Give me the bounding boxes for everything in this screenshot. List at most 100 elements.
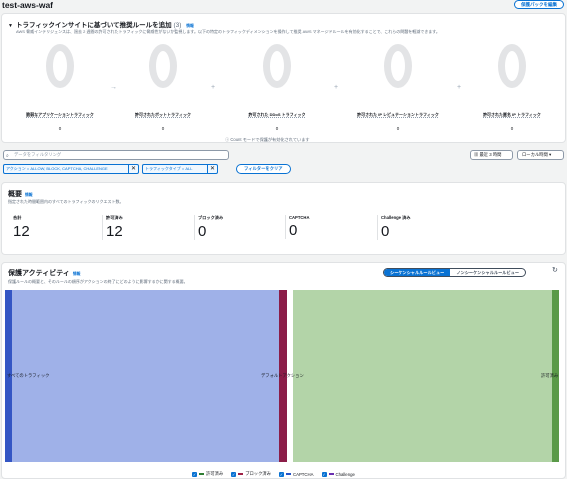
calendar-icon: ▦ [474, 152, 479, 157]
insights-info-link[interactable]: 情報 [186, 24, 194, 28]
view-toggle: シーケンシャルルールビュー ノンシーケンシャルルールビュー [383, 268, 527, 277]
sankey-diagram: すべてのトラフィック デフォルトアクション 許可済み [5, 290, 559, 462]
checkbox-checked-icon[interactable]: ✓ [278, 471, 284, 477]
insight-card-anonymous-ip: 許可された匿名 IP トラフィック 0 [462, 44, 562, 131]
metric-value: 12 [106, 223, 123, 240]
insight-value: 0 [275, 126, 279, 131]
filter-search-input[interactable]: ⌕ データをフィルタリング [3, 150, 229, 160]
insight-card-bot: 許可されたボットトラフィック 0 [113, 44, 213, 131]
flow-all-to-default [12, 290, 286, 462]
plus-icon: + [457, 84, 462, 91]
activity-info-link[interactable]: 情報 [73, 272, 81, 276]
filter-chip-action: アクション = ALLOW, BLOCK, CAPTCHA, CHALLENGE… [3, 164, 139, 174]
activity-title: 保護アクティビティ 情報 [8, 268, 80, 278]
clear-filters-button[interactable]: フィルターをクリア [236, 164, 291, 174]
non-sequential-view-button[interactable]: ノンシーケンシャルルールビュー [450, 269, 525, 276]
metric-label: ブロック済み [198, 215, 224, 220]
donut-chart [498, 44, 526, 88]
info-icon: ⓘ [225, 137, 230, 142]
node-label-allowed: 許可済み [541, 372, 559, 379]
page-title: test-aws-waf [2, 0, 54, 10]
donut-chart [46, 44, 74, 88]
plus-icon: + [334, 84, 339, 91]
insight-label[interactable]: 許可された IP レピュテーショントラフィック [348, 112, 448, 118]
count-note-text: Count モードで保護が有効化されています [230, 137, 310, 142]
sequential-view-button[interactable]: シーケンシャルルールビュー [384, 269, 451, 276]
insights-title: トラフィックインサイトに基づいて推奨ルールを追加 [15, 22, 172, 29]
insight-label[interactable]: 許可された DDoS トラフィック [227, 112, 327, 118]
legend-label: ブロック済み [245, 471, 271, 476]
insight-value: 0 [510, 126, 514, 131]
metric-value: 0 [198, 223, 207, 240]
activity-description: 保護ルールの概要と、そのルールの順序がアクションの終了にどのように影響するかに関… [8, 279, 188, 284]
insights-description: AWS 脅威インテリジェンスは、過去 2 週間の許可されたトラフィックに脅威性が… [16, 29, 440, 34]
overview-title-text: 概要 [8, 191, 22, 198]
overview-title: 概要 情報 [8, 189, 33, 199]
search-icon: ⌕ [6, 153, 9, 159]
metric-captcha: CAPTCHA 0 [285, 215, 373, 239]
metric-challenge: Challenge 済み 0 [377, 215, 465, 240]
search-placeholder: データをフィルタリング [14, 152, 62, 157]
legend-item-challenge[interactable]: ✓ Challenge [321, 471, 355, 477]
count-mode-note: ⓘ Count モードで保護が有効化されています [225, 137, 310, 143]
metric-label: Challenge 済み [381, 215, 411, 220]
time-range-button[interactable]: ▦ 最近 3 時間 [470, 150, 513, 160]
checkbox-checked-icon[interactable]: ✓ [321, 471, 327, 477]
legend-label: CAPTCHA [292, 471, 314, 477]
metric-label: 許可済み [106, 215, 123, 220]
legend-swatch [285, 473, 291, 475]
time-range-label: 最近 3 時間 [479, 152, 502, 157]
legend-label: Challenge [335, 471, 355, 477]
donut-chart [149, 44, 177, 88]
metric-value: 0 [381, 223, 390, 240]
traffic-insights-panel: ▼ トラフィックインサイトに基づいて推奨ルールを追加 (3) 情報 AWS 脅威イ… [1, 13, 566, 143]
insight-value: 0 [161, 126, 165, 131]
legend-swatch [238, 473, 244, 475]
insight-label[interactable]: 許可されたボットトラフィック [113, 112, 213, 118]
refresh-icon[interactable]: ↻ [552, 266, 558, 274]
close-icon[interactable]: ✕ [128, 165, 138, 173]
insight-value: 0 [58, 126, 62, 131]
metric-blocked: ブロック済み 0 [194, 215, 282, 240]
metric-total: 合計 12 [13, 215, 101, 240]
close-icon[interactable]: ✕ [207, 165, 217, 173]
insight-label[interactable]: 許可された匿名 IP トラフィック [462, 112, 562, 118]
timezone-select[interactable]: ローカル時間 ▾ [517, 150, 564, 160]
edit-protection-pack-button[interactable]: 保護パックを編集 [514, 0, 564, 9]
timezone-label: ローカル時間 [522, 152, 548, 157]
activity-legend: ✓ 許可済み ✓ ブロック済み ✓ CAPTCHA ✓ Challenge [192, 471, 355, 477]
metric-label: 合計 [13, 215, 22, 220]
legend-item-captcha[interactable]: ✓ CAPTCHA [278, 471, 314, 477]
donut-chart [263, 44, 291, 88]
insight-card-vulnerable: 脆弱なアプリケーショントラフィック 0 [10, 44, 110, 131]
flow-default-to-allowed [293, 290, 552, 462]
legend-item-allowed[interactable]: ✓ 許可済み [192, 471, 223, 477]
activity-title-text: 保護アクティビティ [8, 270, 70, 277]
chevron-down-icon: ▾ [548, 152, 552, 157]
metric-value: 0 [289, 222, 298, 239]
insights-count: (3) [173, 22, 182, 29]
legend-label: 許可済み [206, 471, 224, 476]
insights-header[interactable]: ▼ トラフィックインサイトに基づいて推奨ルールを追加 (3) 情報 [8, 19, 194, 29]
checkbox-checked-icon[interactable]: ✓ [192, 471, 197, 477]
overview-info-link[interactable]: 情報 [25, 193, 33, 197]
overview-panel: 概要 情報 指定された時間範囲内のすべてのトラフィックのリクエスト数。 合計 12… [1, 182, 566, 255]
legend-swatch [328, 473, 334, 475]
metric-value: 12 [13, 223, 30, 240]
insight-card-ddos: 許可された DDoS トラフィック 0 [227, 44, 327, 131]
plus-icon: + [211, 84, 216, 91]
overview-description: 指定された時間範囲内のすべてのトラフィックのリクエスト数。 [8, 199, 124, 204]
filter-chip-label: アクション = ALLOW, BLOCK, CAPTCHA, CHALLENGE [6, 166, 108, 171]
legend-item-blocked[interactable]: ✓ ブロック済み [231, 471, 271, 477]
node-label-default-action: デフォルトアクション [261, 372, 304, 379]
filter-chip-label: トラフィックタイプ = ALL [145, 166, 193, 171]
insight-card-ip-reputation: 許可された IP レピュテーショントラフィック 0 [348, 44, 448, 131]
top-bar: test-aws-waf 保護パックを編集 [0, 0, 567, 12]
checkbox-checked-icon[interactable]: ✓ [231, 471, 237, 477]
caret-down-icon[interactable]: ▼ [8, 23, 13, 29]
metric-label: CAPTCHA [289, 215, 310, 220]
donut-chart [384, 44, 412, 88]
legend-swatch [199, 473, 204, 475]
insight-label[interactable]: 脆弱なアプリケーショントラフィック [10, 112, 110, 118]
insight-value: 0 [396, 126, 400, 131]
